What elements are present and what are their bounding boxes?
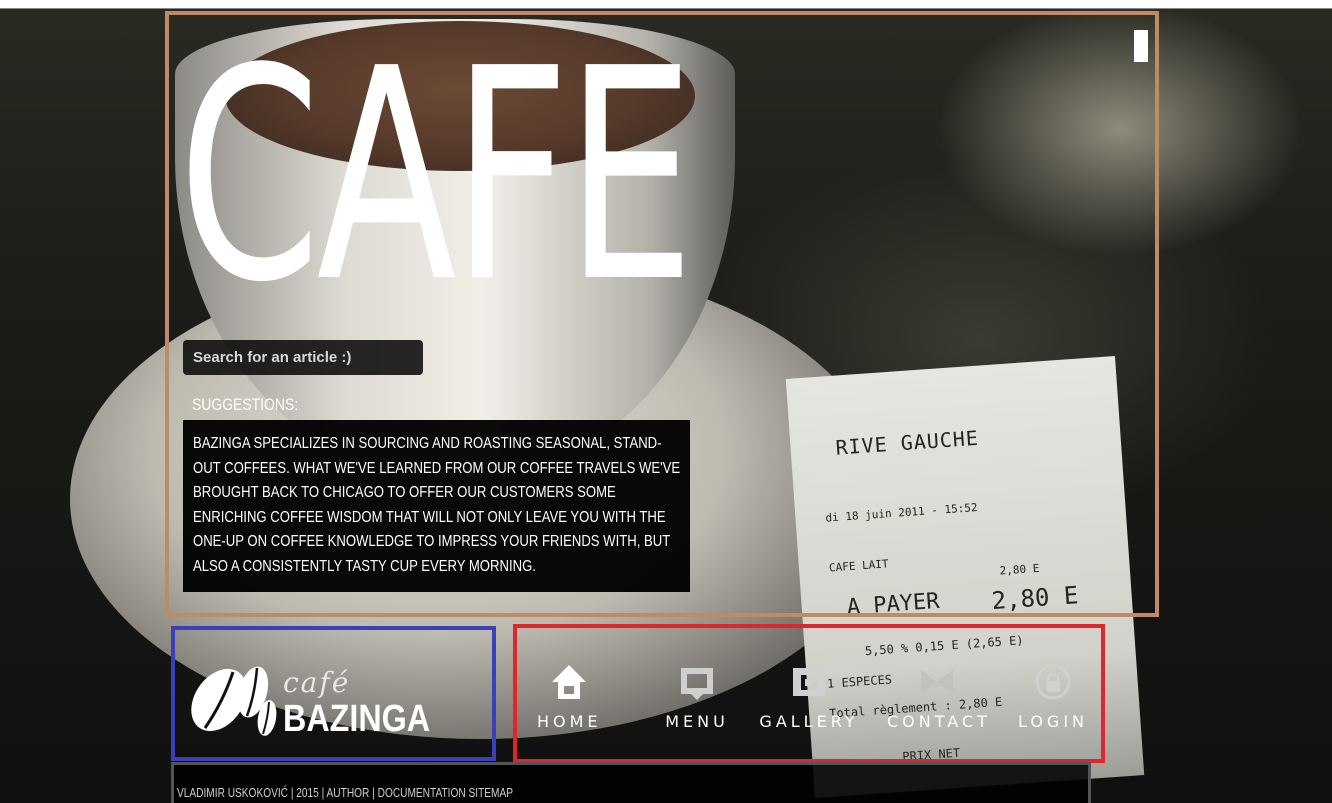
nav-home-label: HOME <box>537 712 602 731</box>
nav-login[interactable]: LOGIN <box>1015 662 1091 731</box>
menu-icon <box>681 668 713 700</box>
page-title: CAFE <box>178 6 695 346</box>
scroll-handle[interactable] <box>1134 30 1148 62</box>
nav-contact[interactable]: CONTACT <box>887 662 987 731</box>
search-input[interactable] <box>183 340 423 375</box>
footer-links[interactable]: VLADIMIR USKOKOVIĆ | 2015 | AUTHOR | DOC… <box>177 785 513 800</box>
gallery-icon <box>793 668 825 696</box>
logo[interactable]: café BAZINGA <box>171 626 496 761</box>
logo-cafe-text: café <box>283 666 351 699</box>
nav-home[interactable]: HOME <box>537 662 601 731</box>
nav-menu[interactable]: MENU <box>657 662 737 731</box>
nav-gallery-label: GALLERY <box>759 712 859 731</box>
nav-menu-label: MENU <box>665 712 729 731</box>
footer: VLADIMIR USKOKOVIĆ | 2015 | AUTHOR | DOC… <box>171 762 1091 803</box>
coffee-beans-icon <box>191 666 277 736</box>
suggestions-label: SUGGESTIONS: <box>192 395 299 414</box>
nav-login-label: LOGIN <box>1017 712 1089 731</box>
logo-bazinga-text: BAZINGA <box>283 698 431 740</box>
lock-icon <box>1035 664 1071 700</box>
nav-contact-label: CONTACT <box>887 712 991 731</box>
main-nav: HOME MENU GALLERY CONTACT LOGIN <box>513 624 1105 763</box>
home-icon <box>552 665 586 699</box>
contact-icon <box>921 670 953 694</box>
suggestions-text: BAZINGA SPECIALIZES IN SOURCING AND ROAS… <box>193 435 681 575</box>
suggestions-panel: BAZINGA SPECIALIZES IN SOURCING AND ROAS… <box>183 420 690 592</box>
nav-gallery[interactable]: GALLERY <box>759 662 859 731</box>
